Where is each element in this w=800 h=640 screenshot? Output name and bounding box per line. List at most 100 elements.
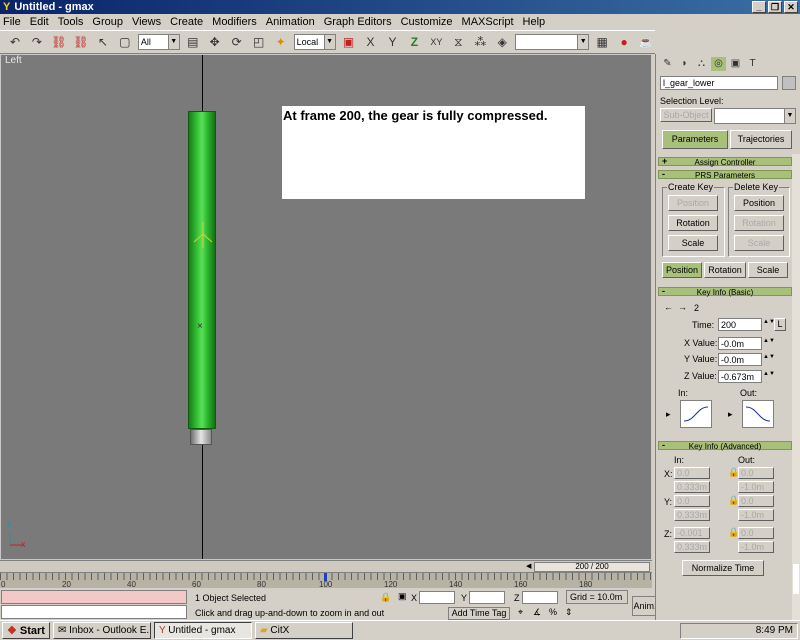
utilities-tab-icon[interactable]: T — [745, 57, 760, 71]
z-coord-field[interactable] — [522, 591, 558, 604]
create-scale-key-button[interactable]: Scale — [668, 235, 718, 251]
x-out-field[interactable]: 0.0 — [738, 467, 774, 479]
pivot-center-icon[interactable]: ▣ — [340, 33, 358, 51]
material-editor-icon[interactable]: ▦ — [593, 33, 611, 51]
z-value-spinner[interactable]: ▲▼ — [763, 371, 775, 383]
spinner-snap-icon[interactable]: ⇕ — [565, 607, 573, 618]
x-in-field[interactable]: 0.0 — [674, 467, 710, 479]
link-icon[interactable]: ⛓ — [50, 33, 68, 51]
normalize-time-button[interactable]: Normalize Time — [682, 560, 764, 576]
add-time-tag-button[interactable]: Add Time Tag — [448, 607, 510, 620]
z-value-field[interactable]: -0.673m — [718, 370, 762, 383]
sub-object-dropdown[interactable]: ▼ — [714, 108, 796, 124]
start-button[interactable]: ❖ Start — [2, 622, 50, 639]
undo-icon[interactable]: ↶ — [6, 33, 24, 51]
out-tangent-type-button[interactable] — [742, 400, 774, 428]
y-value-field[interactable]: -0.0m — [718, 353, 762, 366]
minimize-button[interactable]: _ — [752, 1, 766, 13]
object-name-field[interactable]: l_gear_lower — [660, 76, 778, 90]
modify-tab-icon[interactable]: ◗ — [677, 57, 692, 71]
menu-group[interactable]: Group — [92, 16, 123, 28]
menu-file[interactable]: File — [3, 16, 21, 28]
time-slider[interactable]: ◀ 200 / 200 — [0, 560, 652, 572]
constrain-xy-icon[interactable]: XY — [427, 33, 445, 51]
menu-create[interactable]: Create — [170, 16, 203, 28]
redo-icon[interactable]: ↷ — [28, 33, 46, 51]
x-out-length-field[interactable]: -1.0m — [738, 481, 774, 493]
y-coord-field[interactable] — [469, 591, 505, 604]
create-position-key-button[interactable]: Position — [668, 195, 718, 211]
mirror-icon[interactable]: ⧖ — [449, 33, 467, 51]
menu-views[interactable]: Views — [132, 16, 161, 28]
taskbar-item-gmax[interactable]: Y Untitled - gmax — [153, 622, 252, 639]
named-selection-dropdown[interactable]: ▼ — [515, 34, 590, 50]
y-out-field[interactable]: 0.0 — [738, 495, 774, 507]
rotation-mode-button[interactable]: Rotation — [704, 262, 746, 278]
taskbar-item-citx[interactable]: ▰ CitX — [254, 622, 353, 639]
coord-system-dropdown[interactable]: Local ▼ — [293, 34, 336, 50]
menu-help[interactable]: Help — [523, 16, 546, 28]
align-icon[interactable]: ◈ — [493, 33, 511, 51]
scale-mode-button[interactable]: Scale — [748, 262, 788, 278]
select-arrow-icon[interactable]: ↖ — [94, 33, 112, 51]
angle-snap-icon[interactable]: ∡ — [533, 607, 541, 618]
selection-filter-dropdown[interactable]: All ▼ — [137, 34, 180, 50]
trajectories-tab-button[interactable]: Trajectories — [730, 130, 792, 149]
menu-customize[interactable]: Customize — [401, 16, 453, 28]
absolute-mode-icon[interactable]: ▣ — [398, 591, 407, 602]
motion-tab-icon[interactable]: ◎ — [711, 57, 726, 71]
z-in-field[interactable]: -0.001 — [674, 527, 710, 539]
command-panel-scrollbar[interactable] — [792, 154, 800, 624]
z-in-length-field[interactable]: 0.333m — [674, 541, 710, 553]
key-info-advanced-rollup[interactable]: - Key Info (Advanced) — [658, 441, 792, 451]
move-icon[interactable]: ✥ — [206, 33, 224, 51]
position-mode-button[interactable]: Position — [662, 262, 702, 278]
prs-parameters-rollup[interactable]: - PRS Parameters — [658, 170, 792, 180]
x-value-spinner[interactable]: ▲▼ — [763, 338, 775, 350]
hierarchy-tab-icon[interactable]: ⛬ — [694, 57, 709, 71]
landing-gear-cap[interactable] — [190, 429, 212, 445]
y-in-field[interactable]: 0.0 — [674, 495, 710, 507]
maxscript-listener-white[interactable] — [1, 605, 187, 619]
scrollbar-thumb[interactable] — [793, 564, 799, 594]
pivot-icon[interactable]: ✦ — [272, 33, 290, 51]
landing-gear-object[interactable] — [188, 111, 216, 429]
constrain-y-icon[interactable]: Y — [383, 33, 401, 51]
menu-maxscript[interactable]: MAXScript — [462, 16, 514, 28]
y-value-spinner[interactable]: ▲▼ — [763, 354, 775, 366]
constrain-x-icon[interactable]: X — [362, 33, 380, 51]
delete-scale-key-button[interactable]: Scale — [734, 235, 784, 251]
menu-graph-editors[interactable]: Graph Editors — [324, 16, 392, 28]
z-out-field[interactable]: 0.0 — [738, 527, 774, 539]
time-spinner[interactable]: ▲▼ — [763, 319, 775, 331]
z-out-length-field[interactable]: -1.0m — [738, 541, 774, 553]
lock-icon[interactable]: 🔒 — [380, 592, 391, 603]
left-viewport[interactable]: Left × At frame 200, the gear is fully c… — [0, 54, 652, 560]
object-color-swatch[interactable] — [782, 76, 796, 90]
parameters-tab-button[interactable]: Parameters — [662, 130, 728, 149]
snap-icon[interactable]: ⌖ — [518, 607, 523, 618]
constrain-z-icon[interactable]: Z — [405, 33, 423, 51]
rotate-icon[interactable]: ⟳ — [228, 33, 246, 51]
y-in-length-field[interactable]: 0.333m — [674, 509, 710, 521]
time-slider-thumb[interactable]: 200 / 200 — [534, 562, 650, 572]
lock-key-button[interactable]: L — [774, 318, 786, 331]
scale-icon[interactable]: ◰ — [250, 33, 268, 51]
previous-key-icon[interactable]: ← — [664, 302, 673, 312]
next-key-icon[interactable]: → — [678, 302, 687, 312]
create-tab-icon[interactable]: ✎ — [660, 57, 675, 71]
delete-rotation-key-button[interactable]: Rotation — [734, 215, 784, 231]
menu-edit[interactable]: Edit — [30, 16, 49, 28]
x-coord-field[interactable] — [419, 591, 455, 604]
delete-position-key-button[interactable]: Position — [734, 195, 784, 211]
y-out-length-field[interactable]: -1.0m — [738, 509, 774, 521]
sub-object-button[interactable]: Sub-Object — [660, 108, 712, 122]
percent-snap-icon[interactable]: % — [549, 607, 557, 617]
out-prev-arrow-icon[interactable]: ▸ — [728, 409, 733, 420]
restore-button[interactable]: ❐ — [768, 1, 782, 13]
x-value-field[interactable]: -0.0m — [718, 337, 762, 350]
taskbar-item-outlook[interactable]: ✉ Inbox - Outlook E... — [52, 622, 151, 639]
assign-controller-rollup[interactable]: + Assign Controller — [658, 157, 792, 167]
menu-animation[interactable]: Animation — [266, 16, 315, 28]
close-button[interactable]: ✕ — [784, 1, 798, 13]
